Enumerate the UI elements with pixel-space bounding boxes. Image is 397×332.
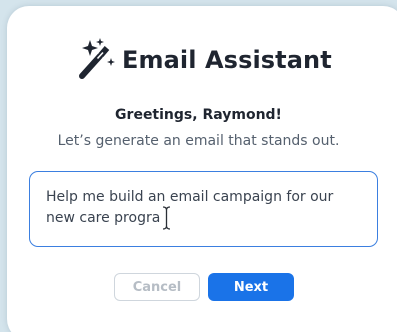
- prompt-input[interactable]: [29, 171, 378, 247]
- cancel-button[interactable]: Cancel: [114, 273, 200, 301]
- app-title: Email Assistant: [122, 46, 332, 74]
- next-button[interactable]: Next: [208, 273, 294, 301]
- greeting-heading: Greetings, Raymond!: [115, 107, 282, 123]
- magic-wand-sparkles-icon: [79, 38, 115, 79]
- subtitle-text: Let’s generate an email that stands out.: [57, 133, 340, 149]
- dialog-header: Email Assistant: [70, 36, 332, 84]
